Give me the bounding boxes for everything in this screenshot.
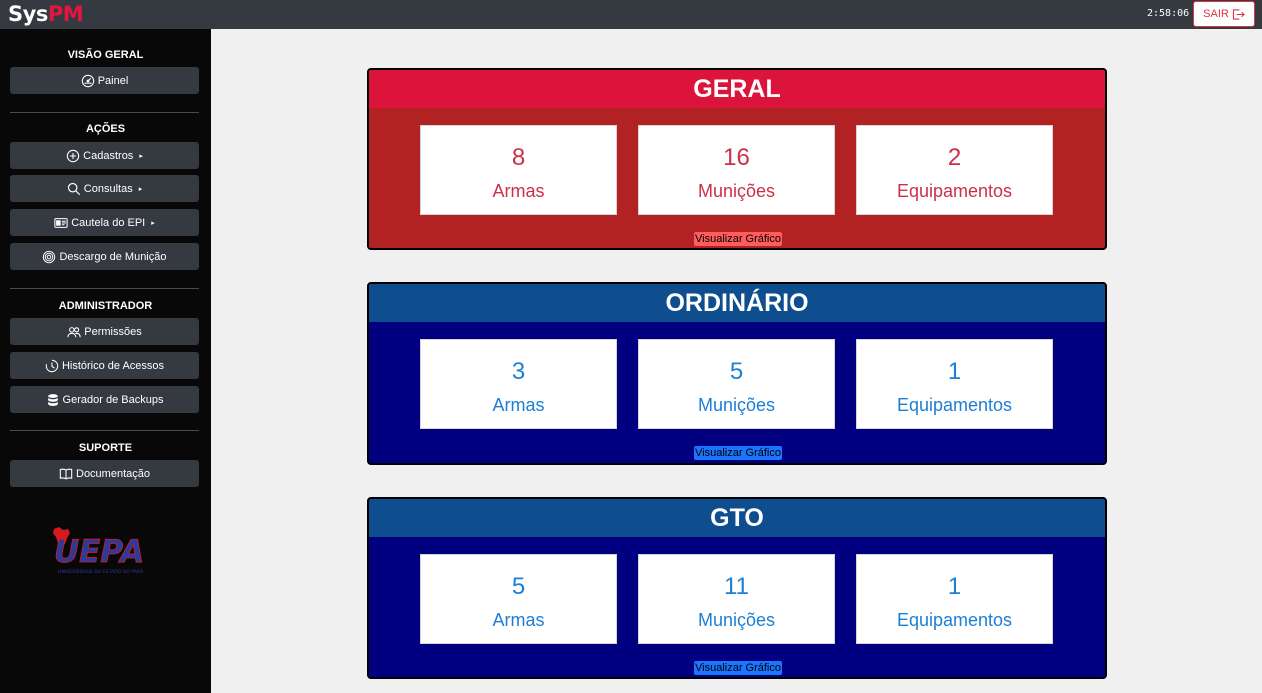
uepa-logo: UEPA UNIVERSIDADE DO ESTADO DO PARÁ — [53, 527, 145, 575]
stat-label: Munições — [697, 181, 776, 201]
target-icon — [43, 250, 56, 263]
logout-label: SAIR — [1203, 8, 1229, 20]
stat-card-armas[interactable]: 5 Armas — [420, 554, 617, 644]
sidebar-divider — [10, 430, 199, 431]
stat-card-equipamentos[interactable]: 1 Equipamentos — [856, 554, 1053, 644]
sidebar-item-backups[interactable]: Gerador de Backups — [10, 386, 199, 413]
stat-value: 1 — [947, 358, 962, 385]
database-icon — [47, 393, 58, 406]
stat-value: 2 — [947, 144, 962, 171]
people-icon — [67, 326, 81, 337]
app-logo[interactable]: SysPM — [8, 1, 84, 27]
caret-right-icon: ▸ — [151, 219, 155, 227]
sidebar-item-label: Gerador de Backups — [62, 393, 164, 406]
sidebar: VISÃO GERAL Painel AÇÕES Cadastros ▸ Con… — [0, 29, 211, 693]
stat-label: Armas — [492, 181, 545, 201]
stat-card-equipamentos[interactable]: 1 Equipamentos — [856, 339, 1053, 429]
panel-title: GERAL — [369, 70, 1105, 108]
sidebar-item-permissoes[interactable]: Permissões — [10, 318, 199, 345]
id-card-icon — [54, 217, 68, 228]
sidebar-item-consultas[interactable]: Consultas ▸ — [10, 175, 199, 202]
stat-value: 1 — [947, 573, 962, 600]
stat-label: Equipamentos — [896, 395, 1013, 415]
section-title-admin: ADMINISTRADOR — [58, 300, 153, 312]
stat-value: 8 — [511, 144, 526, 171]
stat-label: Armas — [492, 610, 545, 630]
clock: 2:58:06 — [1147, 8, 1190, 19]
section-title-actions: AÇÕES — [85, 123, 126, 135]
sidebar-item-cadastros[interactable]: Cadastros ▸ — [10, 142, 199, 169]
logo-sys-text: Sys — [8, 2, 48, 26]
stat-value: 16 — [723, 144, 750, 171]
stat-card-municoes[interactable]: 5 Munições — [638, 339, 835, 429]
book-icon — [59, 468, 73, 480]
sidebar-item-cautela[interactable]: Cautela do EPI ▸ — [10, 209, 199, 236]
section-title-support: SUPORTE — [78, 442, 133, 454]
svg-text:UNIVERSIDADE DO ESTADO DO PARÁ: UNIVERSIDADE DO ESTADO DO PARÁ — [58, 568, 144, 575]
sidebar-divider — [10, 112, 199, 113]
top-bar: SysPM 2:58:06 SAIR — [0, 0, 1262, 29]
speedometer-icon — [81, 74, 94, 87]
stat-card-municoes[interactable]: 11 Munições — [638, 554, 835, 644]
sidebar-item-documentacao[interactable]: Documentação — [10, 460, 199, 487]
sidebar-item-label: Painel — [97, 74, 129, 87]
view-chart-button[interactable]: Visualizar Gráfico — [694, 661, 782, 675]
stat-value: 11 — [724, 573, 749, 600]
caret-right-icon: ▸ — [139, 152, 143, 160]
logo-pm-text: PM — [47, 2, 84, 26]
panel-geral: GERAL 8 Armas 16 Munições 2 Equipamentos… — [367, 68, 1107, 250]
stat-card-equipamentos[interactable]: 2 Equipamentos — [856, 125, 1053, 215]
sidebar-item-historico[interactable]: Histórico de Acessos — [10, 352, 199, 379]
panel-ordinario: ORDINÁRIO 3 Armas 5 Munições 1 Equipamen… — [367, 282, 1107, 465]
stat-label: Equipamentos — [896, 610, 1013, 630]
sidebar-item-painel[interactable]: Painel — [10, 67, 199, 94]
stat-card-armas[interactable]: 3 Armas — [420, 339, 617, 429]
panel-title: GTO — [369, 499, 1105, 537]
caret-right-icon: ▸ — [138, 185, 143, 193]
sidebar-item-label: Cadastros — [83, 149, 134, 162]
section-title-overview: VISÃO GERAL — [67, 49, 144, 61]
sidebar-item-descargo[interactable]: Descargo de Munição — [10, 243, 199, 270]
logout-icon — [1232, 8, 1245, 20]
clock-history-icon — [45, 359, 59, 372]
plus-circle-icon — [66, 149, 80, 162]
stat-label: Munições — [697, 610, 776, 630]
stat-card-armas[interactable]: 8 Armas — [420, 125, 617, 215]
stat-value: 5 — [729, 358, 744, 385]
panel-title: ORDINÁRIO — [369, 284, 1105, 322]
stat-card-municoes[interactable]: 16 Munições — [638, 125, 835, 215]
sidebar-item-label: Descargo de Munição — [59, 250, 167, 263]
stat-value: 5 — [511, 573, 526, 600]
view-chart-button[interactable]: Visualizar Gráfico — [694, 446, 782, 460]
sidebar-item-label: Permissões — [84, 325, 142, 338]
stat-label: Equipamentos — [896, 181, 1013, 201]
view-chart-button[interactable]: Visualizar Gráfico — [694, 232, 782, 246]
stat-label: Armas — [492, 395, 545, 415]
logout-button[interactable]: SAIR — [1193, 1, 1255, 27]
panel-gto: GTO 5 Armas 11 Munições 1 Equipamentos V… — [367, 497, 1107, 679]
stat-value: 3 — [511, 358, 526, 385]
stat-label: Munições — [697, 395, 776, 415]
sidebar-item-label: Histórico de Acessos — [61, 359, 165, 372]
search-icon — [67, 182, 80, 195]
sidebar-item-label: Cautela do EPI — [71, 216, 146, 229]
sidebar-item-label: Documentação — [76, 467, 150, 480]
sidebar-item-label: Consultas — [83, 182, 133, 195]
svg-text:UEPA: UEPA — [54, 534, 144, 570]
sidebar-divider — [10, 288, 199, 289]
